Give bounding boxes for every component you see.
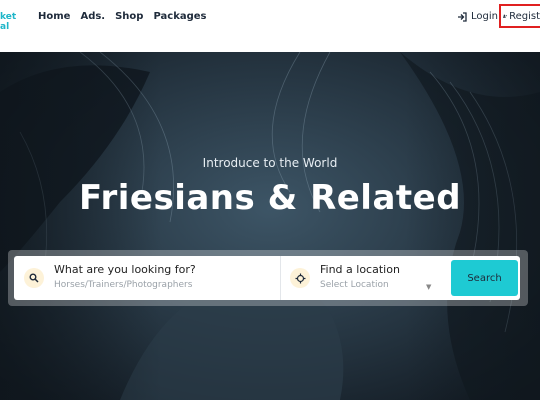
logo-text-line-2: al (0, 22, 10, 32)
keyword-field-label: What are you looking for? (54, 263, 196, 276)
login-link[interactable]: Login (457, 11, 498, 22)
hero-intro-text: Introduce to the World (202, 156, 338, 170)
keyword-input-placeholder[interactable]: Horses/Trainers/Photographers (54, 280, 192, 290)
search-button[interactable]: Search (451, 260, 518, 296)
search-icon (24, 268, 44, 288)
site-header: ket al Home Ads. Shop Packages Login Reg… (0, 0, 540, 52)
search-box: What are you looking for? Horses/Trainer… (14, 256, 520, 300)
location-select-value[interactable]: Select Location (320, 280, 389, 290)
register-label: Regist (509, 10, 540, 22)
location-field-label: Find a location (320, 263, 400, 276)
hero-title: Friesians & Related (78, 178, 462, 218)
crosshair-location-icon (290, 268, 310, 288)
location-select-field[interactable]: Find a location Select Location ▼ (280, 256, 440, 300)
add-user-icon (503, 14, 507, 18)
search-panel: What are you looking for? Horses/Trainer… (8, 250, 528, 306)
login-icon (458, 11, 467, 22)
chevron-down-icon[interactable]: ▼ (426, 283, 431, 291)
main-nav: Home Ads. Shop Packages (38, 11, 207, 22)
site-logo[interactable]: ket al (0, 12, 20, 38)
logo-text-line-1: ket (0, 12, 17, 22)
register-link[interactable]: Regist (499, 4, 540, 28)
nav-shop[interactable]: Shop (115, 11, 143, 22)
keyword-search-field[interactable]: What are you looking for? Horses/Trainer… (14, 256, 281, 300)
nav-ads[interactable]: Ads. (80, 11, 105, 22)
nav-home[interactable]: Home (38, 11, 70, 22)
login-label: Login (471, 11, 498, 22)
hero-background-image (0, 52, 540, 400)
nav-packages[interactable]: Packages (153, 11, 206, 22)
hero-section: Introduce to the World Friesians & Relat… (0, 52, 540, 400)
